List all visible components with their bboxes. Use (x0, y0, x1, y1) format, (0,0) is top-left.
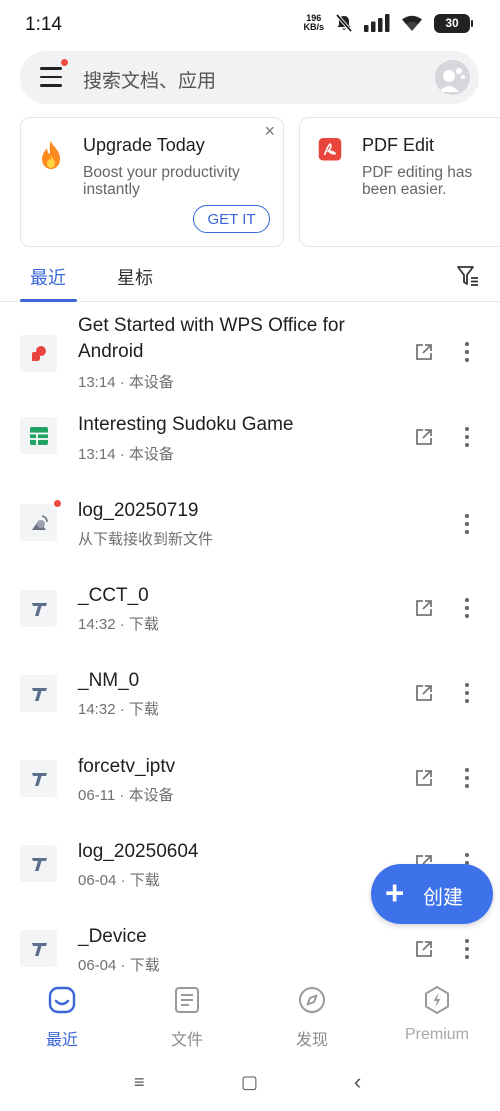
file-name: Interesting Sudoku Game (78, 414, 294, 435)
menu-notification-dot (61, 59, 68, 66)
more-options-icon[interactable] (464, 514, 470, 534)
more-options-icon[interactable] (464, 683, 470, 703)
home-button[interactable]: ▢ (241, 1072, 258, 1093)
file-name: _Device (78, 926, 147, 947)
tab-starred[interactable]: 星标 (117, 264, 153, 290)
nav-discover[interactable]: 发现 (262, 985, 362, 1050)
close-icon[interactable]: × (264, 121, 275, 142)
wps-doc-icon (20, 335, 57, 372)
file-name: _CCT_0 (78, 585, 149, 606)
file-name: log_20250719 (78, 500, 199, 521)
text-file-icon (20, 760, 57, 797)
files-icon (175, 987, 199, 1013)
bottom-nav: 最近 文件 发现 Premium (0, 975, 500, 1055)
file-name: Get Started with WPS Office for Android (78, 315, 345, 362)
file-meta: 14:32 · 下载 (78, 616, 159, 633)
text-file-icon (20, 845, 57, 882)
nav-files[interactable]: 文件 (137, 985, 237, 1050)
filter-icon[interactable] (456, 264, 480, 288)
file-name: _NM_0 (78, 670, 140, 691)
more-options-icon[interactable] (464, 342, 470, 362)
file-row[interactable]: Interesting Sudoku Game 13:14 · 本设备 (0, 405, 500, 487)
nav-label: 文件 (170, 1032, 203, 1049)
network-speed: 196 KB/s (303, 14, 324, 32)
promo-title: PDF Edit (362, 135, 435, 155)
text-file-icon (20, 930, 57, 967)
status-bar: 1:14 196 KB/s 30 (0, 0, 500, 50)
create-button[interactable]: + 创建 (371, 864, 493, 924)
file-name: log_20250604 (78, 841, 199, 862)
tab-bar: 最近 星标 (0, 256, 500, 302)
promo-description: PDF editing has been easier. (362, 164, 473, 198)
status-icons: 196 KB/s 30 (303, 13, 473, 33)
file-row[interactable]: _NM_0 14:32 · 下载 (0, 660, 500, 742)
file-meta: 13:14 · 本设备 (78, 446, 174, 463)
get-it-button[interactable]: GET IT (193, 205, 270, 233)
file-row[interactable]: log_20250719 从下载接收到新文件 (0, 490, 500, 572)
signal-icon (364, 14, 390, 32)
file-row[interactable]: _Device 06-04 · 下载 (0, 915, 500, 975)
search-input[interactable]: 搜索文档、应用 (83, 66, 216, 93)
plus-icon: + (385, 874, 405, 911)
file-meta: 13:14 · 本设备 (78, 374, 174, 391)
open-external-icon[interactable] (414, 342, 434, 362)
nav-recent[interactable]: 最近 (12, 985, 112, 1050)
pdf-icon (318, 138, 342, 161)
fire-icon (42, 141, 60, 169)
open-external-icon[interactable] (414, 427, 434, 447)
file-meta: 从下载接收到新文件 (78, 531, 214, 548)
nav-label: 发现 (295, 1032, 328, 1049)
promo-card-upgrade[interactable]: Upgrade Today Boost your productivity in… (20, 117, 284, 247)
new-file-badge (54, 500, 61, 507)
file-meta: 14:32 · 下载 (78, 701, 159, 718)
nav-premium[interactable]: Premium (387, 985, 487, 1044)
nav-label: 最近 (45, 1032, 78, 1049)
spreadsheet-icon (20, 417, 57, 454)
promo-description: Boost your productivity instantly (83, 164, 240, 198)
open-external-icon[interactable] (414, 939, 434, 959)
status-time: 1:14 (25, 14, 62, 35)
premium-icon (425, 986, 449, 1014)
file-meta: 06-04 · 下载 (78, 872, 160, 889)
create-button-label: 创建 (423, 887, 463, 909)
nav-label: Premium (404, 1026, 469, 1043)
search-bar[interactable]: 搜索文档、应用 (20, 51, 479, 104)
promo-card-pdf-edit[interactable]: PDF Edit PDF editing has been easier. (299, 117, 500, 247)
battery-level: 30 (445, 16, 459, 30)
file-row[interactable]: Get Started with WPS Office for Android … (0, 310, 500, 395)
file-meta: 06-11 · 本设备 (78, 787, 174, 804)
recent-icon (48, 986, 76, 1014)
more-options-icon[interactable] (464, 768, 470, 788)
avatar-icon (435, 60, 470, 95)
file-row[interactable]: forcetv_iptv 06-11 · 本设备 (0, 745, 500, 827)
more-options-icon[interactable] (464, 598, 470, 618)
menu-icon[interactable] (40, 59, 68, 87)
file-name: forcetv_iptv (78, 756, 176, 777)
file-row[interactable]: _CCT_0 14:32 · 下载 (0, 575, 500, 657)
file-meta: 06-04 · 下载 (78, 957, 160, 974)
text-file-icon (20, 590, 57, 627)
recents-button[interactable]: ≡ (134, 1072, 145, 1093)
more-options-icon[interactable] (464, 939, 470, 959)
open-external-icon[interactable] (414, 683, 434, 703)
system-nav-bar: ≡ ▢ ‹ (0, 1060, 500, 1111)
avatar[interactable] (435, 60, 470, 95)
compass-icon (299, 987, 325, 1013)
promo-title: Upgrade Today (83, 135, 205, 155)
open-external-icon[interactable] (414, 598, 434, 618)
tab-recent[interactable]: 最近 (30, 264, 66, 290)
mute-bell-icon (335, 13, 353, 33)
more-options-icon[interactable] (464, 427, 470, 447)
download-receive-icon (20, 500, 61, 541)
network-speed-unit: KB/s (303, 22, 324, 32)
text-file-icon (20, 675, 57, 712)
wifi-icon (402, 15, 422, 31)
open-external-icon[interactable] (414, 768, 434, 788)
tab-indicator (20, 299, 77, 302)
battery-icon: 30 (434, 13, 473, 33)
back-button[interactable]: ‹ (354, 1069, 361, 1095)
